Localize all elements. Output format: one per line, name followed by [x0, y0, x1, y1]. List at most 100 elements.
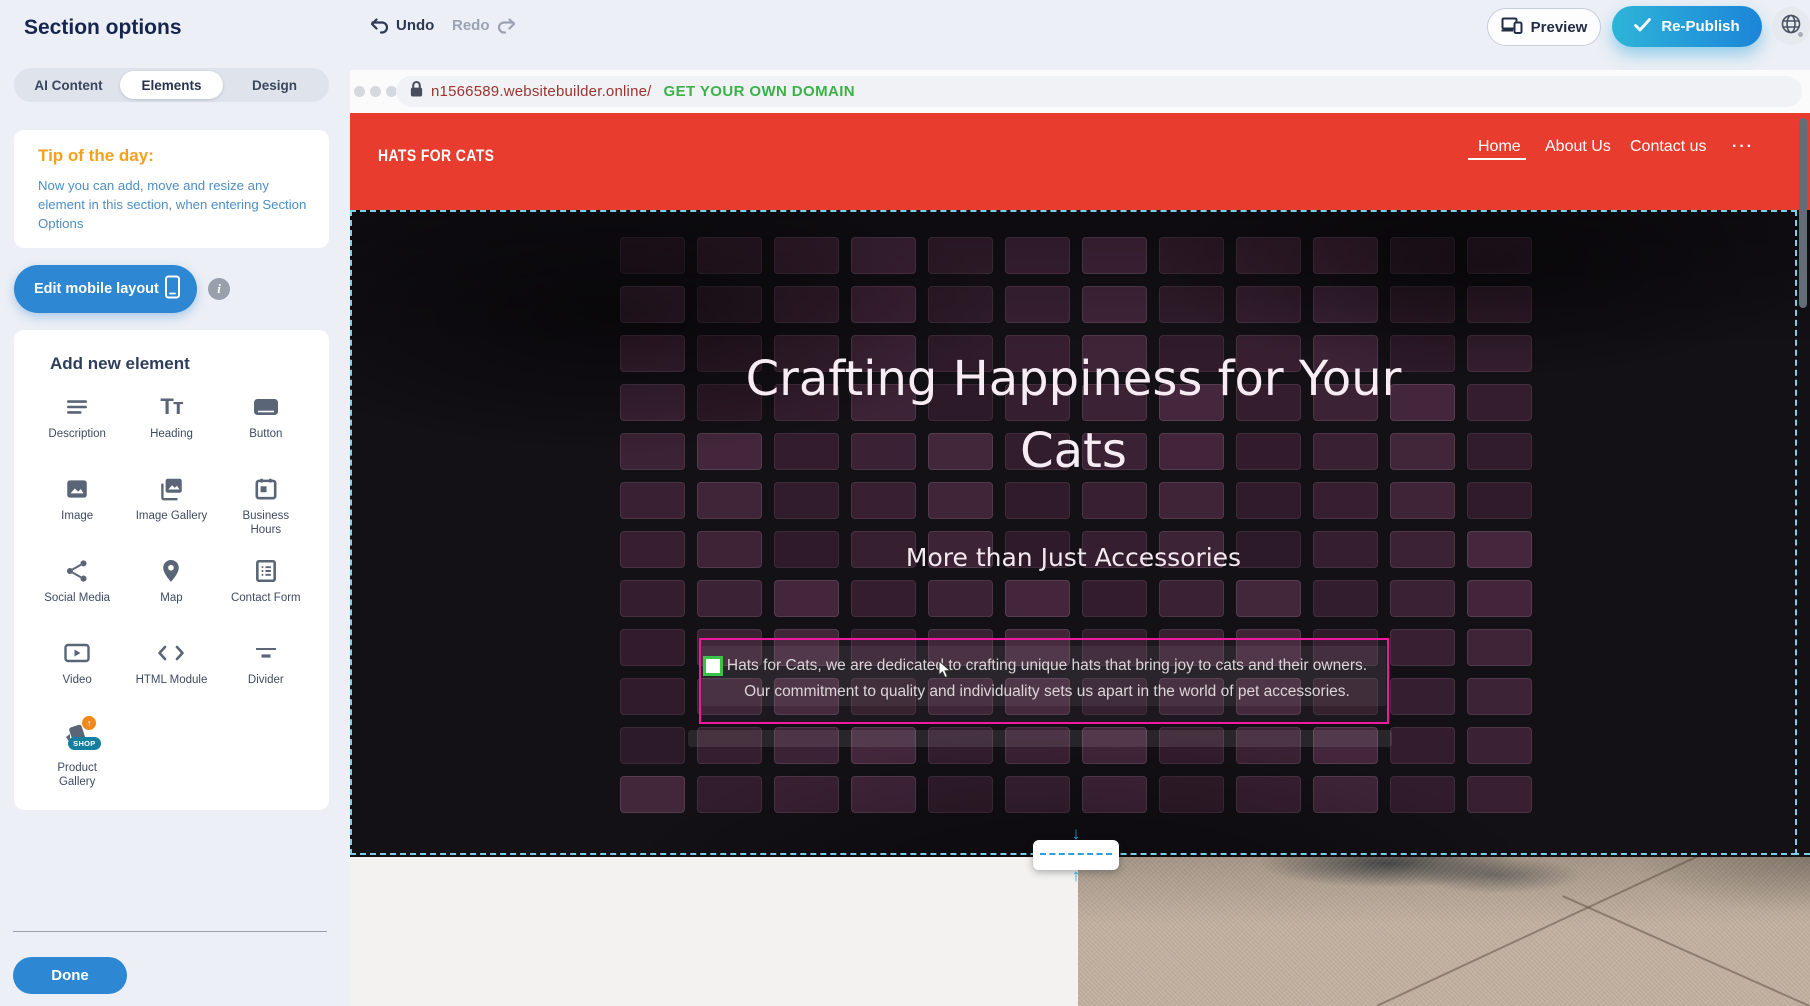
hero-tile	[1390, 580, 1455, 617]
element-button[interactable]: Button	[219, 392, 313, 458]
get-domain-link[interactable]: GET YOUR OWN DOMAIN	[664, 83, 856, 100]
hero-tile	[1005, 286, 1070, 323]
contact-form-icon	[253, 556, 279, 586]
hero-tile	[1005, 580, 1070, 617]
done-button[interactable]: Done	[13, 957, 127, 994]
undo-button[interactable]: Undo	[370, 17, 434, 34]
element-image[interactable]: Image	[30, 474, 124, 540]
hero-tile	[697, 286, 762, 323]
hero-subheading[interactable]: More than Just Accessories	[350, 540, 1797, 576]
nav-contact-us[interactable]: Contact us	[1630, 138, 1706, 156]
hero-tile	[1236, 776, 1301, 813]
element-contact-form[interactable]: Contact Form	[219, 556, 313, 622]
nav-more-icon[interactable]: ···	[1732, 138, 1754, 156]
heading-icon: Tᴛ	[160, 392, 182, 422]
shop-badge: SHOP	[68, 737, 100, 750]
element-divider[interactable]: Divider	[219, 638, 313, 704]
hero-tile-grid	[620, 237, 1532, 813]
hero-tile	[1313, 237, 1378, 274]
hero-tile	[1313, 776, 1378, 813]
element-description[interactable]: Description	[30, 392, 124, 458]
element-image-gallery[interactable]: Image Gallery	[124, 474, 218, 540]
hero-tile	[774, 482, 839, 519]
nav-about-us[interactable]: About Us	[1545, 138, 1611, 156]
resize-dash-line	[1040, 853, 1112, 855]
undo-label: Undo	[396, 17, 434, 34]
browser-chrome: n1566589.websitebuilder.online/ GET YOUR…	[350, 70, 1810, 113]
check-icon	[1634, 18, 1651, 36]
map-icon	[158, 556, 184, 586]
hero-section[interactable]: Crafting Happiness for Your Cats More th…	[350, 210, 1810, 857]
element-grid: Description Tᴛ Heading Button Image	[30, 392, 313, 789]
hero-tile	[1236, 482, 1301, 519]
divider-icon	[253, 638, 279, 668]
hero-tile	[928, 482, 993, 519]
hero-tile	[620, 237, 685, 274]
hero-tile	[928, 237, 993, 274]
floor-tiles-photo	[1078, 857, 1810, 1006]
nav-home[interactable]: Home	[1478, 138, 1521, 156]
edit-mobile-layout-button[interactable]: Edit mobile layout	[14, 265, 197, 313]
element-video[interactable]: Video	[30, 638, 124, 704]
hero-tile	[774, 237, 839, 274]
hero-tile	[928, 776, 993, 813]
hero-tile	[1082, 237, 1147, 274]
resize-handle-left[interactable]	[703, 656, 723, 676]
hero-tile	[697, 776, 762, 813]
element-business-hours[interactable]: Business Hours	[219, 474, 313, 540]
hero-tile	[1159, 482, 1224, 519]
edit-mobile-label: Edit mobile layout	[34, 281, 159, 297]
address-bar[interactable]: n1566589.websitebuilder.online/ GET YOUR…	[396, 76, 1802, 107]
hero-tile	[1390, 286, 1455, 323]
hero-tile	[1005, 237, 1070, 274]
site-logo[interactable]: HATS FOR CATS	[378, 146, 494, 166]
section-resize-handle[interactable]: ↓ ↑	[1033, 840, 1119, 870]
republish-button[interactable]: Re-Publish	[1612, 6, 1762, 47]
hero-tile	[1159, 580, 1224, 617]
hero-tile	[851, 237, 916, 274]
selected-paragraph-element[interactable]: Hats for Cats, we are dedicated to craft…	[699, 638, 1389, 724]
hero-tile	[1236, 237, 1301, 274]
undo-icon	[370, 18, 389, 34]
element-product-gallery[interactable]: ↑ SHOP Product Gallery	[30, 720, 124, 789]
preview-button[interactable]: Preview	[1487, 8, 1601, 46]
redo-button[interactable]: Redo	[452, 17, 516, 34]
hero-tile	[851, 286, 916, 323]
element-html-module[interactable]: HTML Module	[124, 638, 218, 704]
hero-paragraph[interactable]: Hats for Cats, we are dedicated to craft…	[721, 653, 1373, 705]
hero-tile	[1236, 286, 1301, 323]
tab-design[interactable]: Design	[223, 71, 326, 99]
hero-tile	[1467, 776, 1532, 813]
tab-ai-content[interactable]: AI Content	[17, 71, 120, 99]
element-social-media[interactable]: Social Media	[30, 556, 124, 622]
hero-tile	[1159, 286, 1224, 323]
globe-status-dot	[1797, 31, 1804, 38]
hero-tile	[1313, 482, 1378, 519]
hero-tile	[1005, 776, 1070, 813]
app-root: Section options Undo Redo Preview Re-Pub…	[0, 0, 1810, 1006]
hero-tile	[1390, 237, 1455, 274]
window-dots	[354, 86, 397, 97]
add-element-title: Add new element	[50, 354, 190, 374]
tab-elements[interactable]: Elements	[120, 71, 223, 99]
info-icon[interactable]: i	[208, 278, 230, 300]
language-globe-button[interactable]	[1772, 7, 1810, 45]
product-gallery-icon: ↑ SHOP	[60, 720, 94, 756]
element-map[interactable]: Map	[124, 556, 218, 622]
page-title: Section options	[24, 16, 182, 40]
element-heading[interactable]: Tᴛ Heading	[124, 392, 218, 458]
description-icon	[64, 392, 90, 422]
hero-tile	[928, 580, 993, 617]
hero-tile	[697, 580, 762, 617]
hero-tile	[620, 727, 685, 764]
hero-tile	[851, 776, 916, 813]
site-url[interactable]: n1566589.websitebuilder.online/	[431, 83, 652, 100]
hero-tile	[1082, 286, 1147, 323]
hero-heading[interactable]: Crafting Happiness for Your Cats	[350, 343, 1797, 487]
lock-icon	[409, 80, 424, 103]
hero-tile	[620, 482, 685, 519]
hero-tile	[1467, 727, 1532, 764]
hero-tile	[1467, 237, 1532, 274]
canvas-scrollbar[interactable]	[1799, 118, 1807, 308]
hero-tile	[620, 580, 685, 617]
